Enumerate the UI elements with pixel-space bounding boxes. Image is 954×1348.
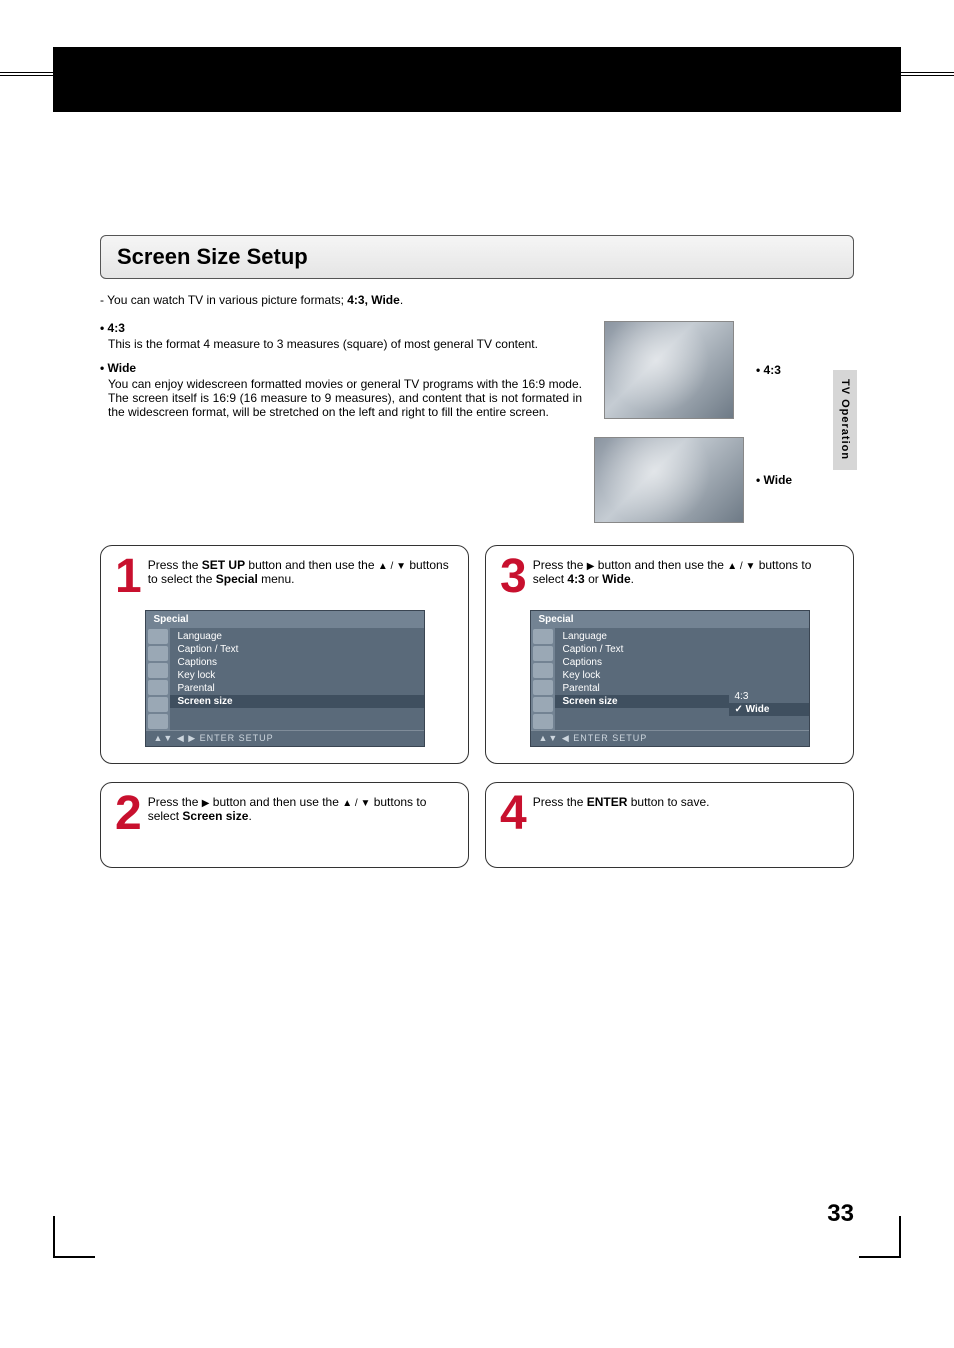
txt: button and then use the <box>245 558 378 572</box>
step-2-text: Press the ▶ button and then use the ▲ / … <box>115 795 454 823</box>
menu-icon <box>148 697 168 712</box>
txt: 4:3 <box>567 572 584 586</box>
osd-menu-1-items: Language Caption / Text Captions Key loc… <box>170 628 424 730</box>
txt: Special <box>216 572 258 586</box>
step-3: 3 Press the ▶ button and then use the ▲ … <box>485 545 854 764</box>
step-2-number: 2 <box>115 795 142 833</box>
step-1: 1 Press the SET UP button and then use t… <box>100 545 469 764</box>
txt: or <box>585 572 602 586</box>
top-rules <box>0 72 954 74</box>
intro-bold: 4:3, Wide <box>347 293 400 307</box>
menu-icon <box>533 646 553 661</box>
osd-menu-2-header: Special <box>531 611 809 628</box>
osd-item: Parental <box>170 682 424 695</box>
step-4-number: 4 <box>500 795 527 833</box>
txt: button and then use the <box>209 795 342 809</box>
menu-icon <box>533 629 553 644</box>
osd-item: Captions <box>170 656 424 669</box>
osd-item: Caption / Text <box>555 643 729 656</box>
menu-icon <box>533 714 553 729</box>
txt: . <box>248 809 251 823</box>
osd-value-col: 4:3 Wide <box>729 628 809 730</box>
up-down-icon: ▲ / ▼ <box>727 561 755 572</box>
crop-mark <box>859 1256 901 1258</box>
osd-menu-1: Special Language Caption / Text <box>145 610 425 747</box>
step-4-text: Press the ENTER button to save. <box>500 795 839 809</box>
menu-icon <box>148 714 168 729</box>
osd-item-selected: Screen size <box>170 695 424 708</box>
format-wide-desc: You can enjoy widescreen formatted movie… <box>108 377 582 419</box>
txt: ENTER <box>587 795 628 809</box>
osd-menu-1-header: Special <box>146 611 424 628</box>
step-3-text: Press the ▶ button and then use the ▲ / … <box>500 558 839 586</box>
preview-wide-image <box>594 437 744 523</box>
osd-item: Captions <box>555 656 729 669</box>
format-43-desc: This is the format 4 measure to 3 measur… <box>108 337 582 351</box>
title-bar: Screen Size Setup <box>100 235 854 279</box>
preview-wide-label: • Wide <box>756 473 792 487</box>
txt: Press the <box>148 558 202 572</box>
crop-mark <box>53 1256 95 1258</box>
menu-icon <box>533 680 553 695</box>
crop-mark <box>899 1216 901 1258</box>
step-1-text: Press the SET UP button and then use the… <box>115 558 454 586</box>
osd-menu-2-items: Language Caption / Text Captions Key loc… <box>555 628 729 730</box>
page-number: 33 <box>827 1200 854 1228</box>
step-3-number: 3 <box>500 558 527 596</box>
osd-icon-col <box>531 628 555 730</box>
osd-item: Parental <box>555 682 729 695</box>
osd-value: 4:3 <box>729 690 809 703</box>
menu-icon <box>148 646 168 661</box>
format-43-bullet: • 4:3 <box>100 321 582 335</box>
menu-icon <box>533 697 553 712</box>
step-1-number: 1 <box>115 558 142 596</box>
preview-43-label: • 4:3 <box>756 363 781 377</box>
format-wide-bullet: • Wide <box>100 361 582 375</box>
crop-mark <box>53 1216 55 1258</box>
intro-prefix: - You can watch TV in various picture fo… <box>100 293 347 307</box>
osd-item: Language <box>170 630 424 643</box>
intro-text: - You can watch TV in various picture fo… <box>100 293 854 307</box>
osd-item: Key lock <box>555 669 729 682</box>
txt: button and then use the <box>594 558 727 572</box>
osd-item-selected: Screen size <box>555 695 729 708</box>
txt: Press the <box>533 558 587 572</box>
txt: Wide <box>602 572 631 586</box>
txt: Press the <box>148 795 202 809</box>
preview-43-image <box>604 321 734 419</box>
txt: Screen size <box>182 809 248 823</box>
osd-item: Caption / Text <box>170 643 424 656</box>
step-2: 2 Press the ▶ button and then use the ▲ … <box>100 782 469 868</box>
osd-item: Language <box>555 630 729 643</box>
osd-icon-col <box>146 628 170 730</box>
page-title: Screen Size Setup <box>117 244 837 270</box>
menu-icon <box>148 680 168 695</box>
menu-icon <box>148 663 168 678</box>
menu-icon <box>148 629 168 644</box>
osd-spacer <box>729 630 809 690</box>
osd-menu-2-footer: ▲▼ ◀ ENTER SETUP <box>531 730 809 746</box>
txt: Press the <box>533 795 587 809</box>
up-down-icon: ▲ / ▼ <box>342 798 370 809</box>
step-4: 4 Press the ENTER button to save. <box>485 782 854 868</box>
txt: . <box>631 572 634 586</box>
osd-value-selected: Wide <box>729 703 809 716</box>
txt: button to save. <box>627 795 709 809</box>
txt: menu. <box>258 572 295 586</box>
osd-menu-2: Special Language Caption / Text <box>530 610 810 747</box>
up-down-icon: ▲ / ▼ <box>378 561 406 572</box>
osd-item: Key lock <box>170 669 424 682</box>
intro-suffix: . <box>400 293 403 307</box>
menu-icon <box>533 663 553 678</box>
txt: SET UP <box>202 558 245 572</box>
top-black-band <box>53 47 901 112</box>
osd-menu-1-footer: ▲▼ ◀ ▶ ENTER SETUP <box>146 730 424 746</box>
